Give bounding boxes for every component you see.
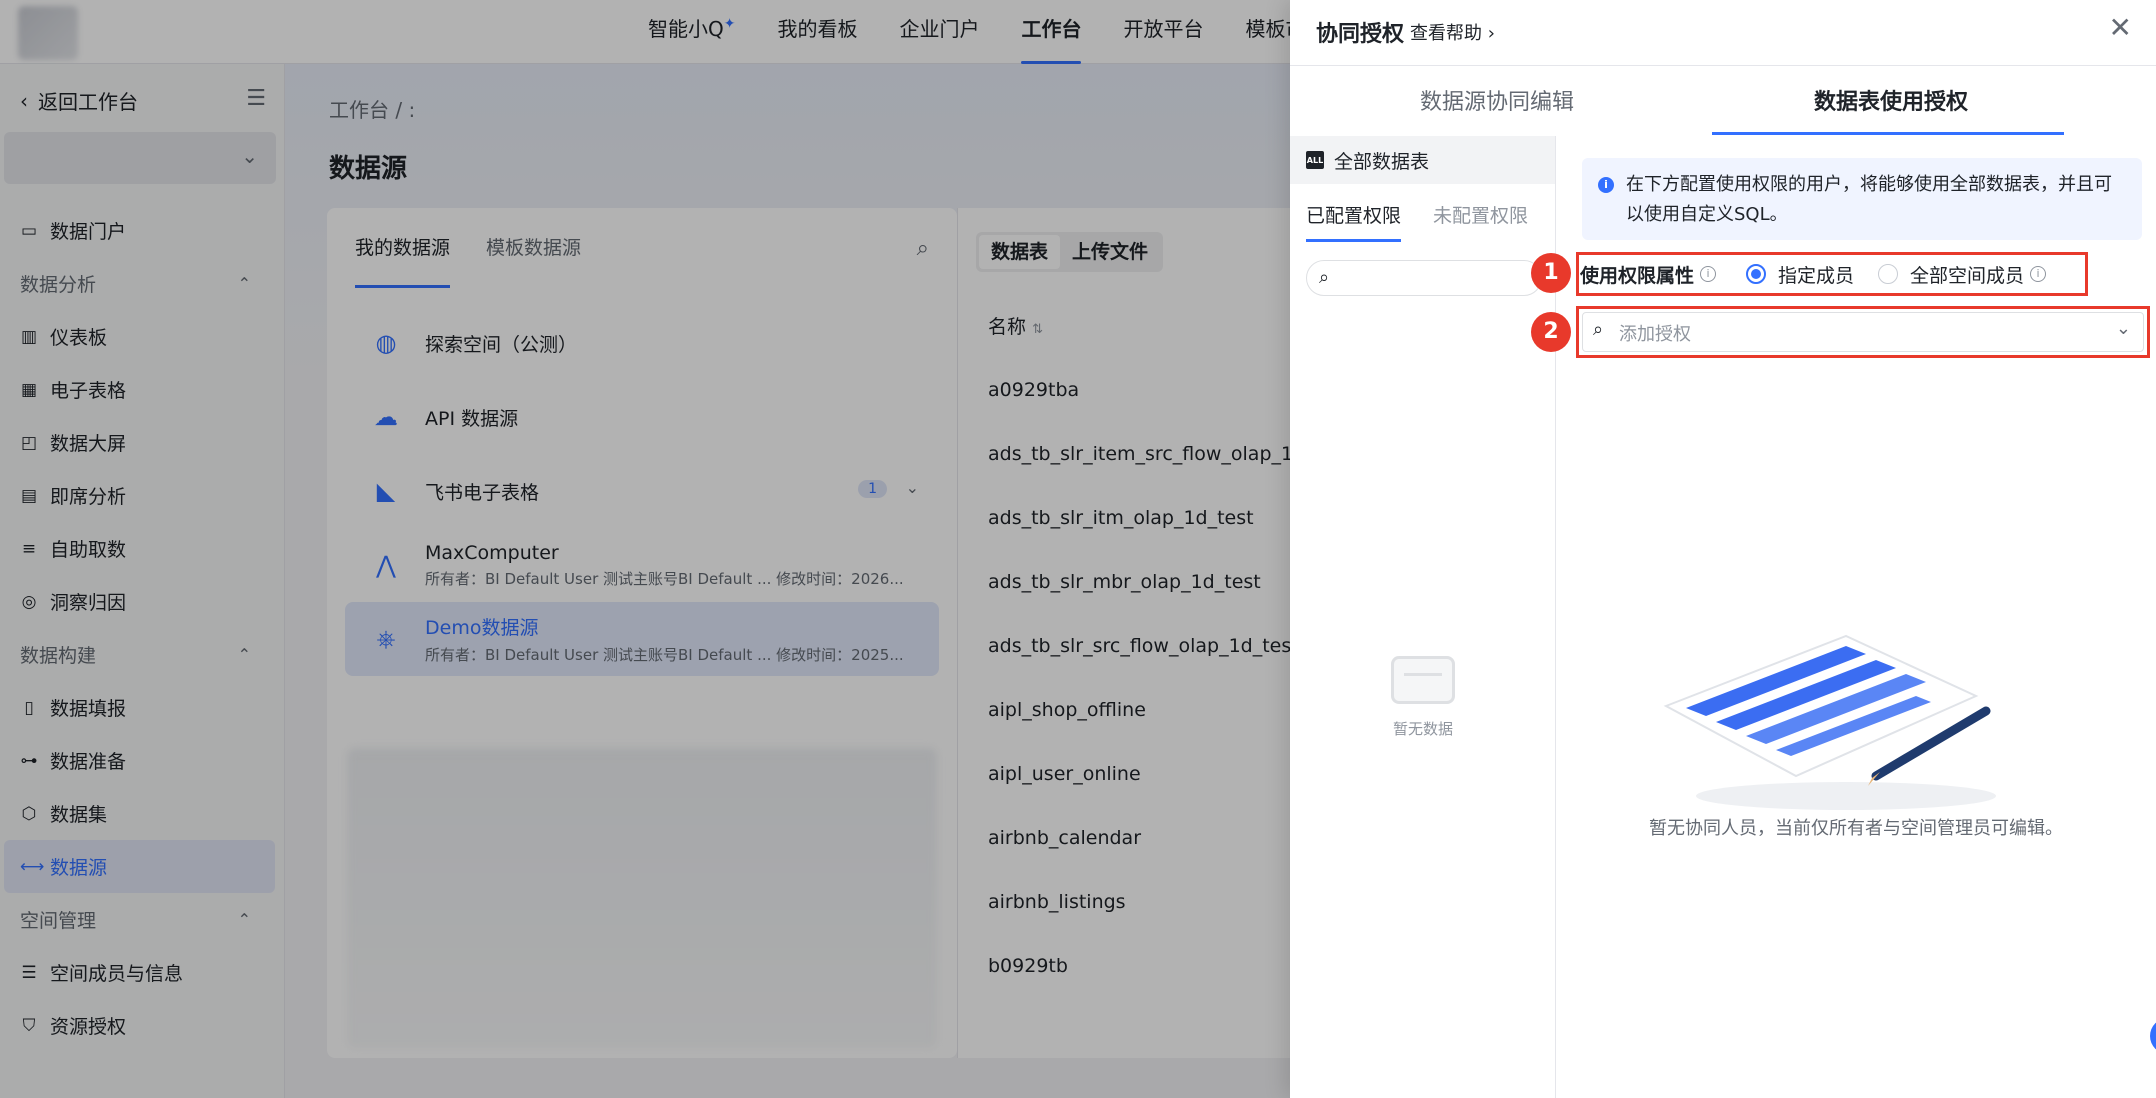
add-authorization-field[interactable]: ⌕ 添加授权 ⌄	[1582, 312, 2144, 352]
empty-document-illustration	[1663, 634, 1996, 810]
empty-inbox-icon	[1391, 656, 1455, 704]
radio-specified-members[interactable]: 指定成员	[1746, 261, 1854, 288]
collab-auth-drawer: 协同授权 查看帮助 › ✕ 数据源协同编辑 数据表使用授权 ALL 全部数据表 …	[1290, 0, 2156, 1098]
step-marker-2: 2	[1531, 312, 1571, 352]
search-icon: ⌕	[1593, 319, 1604, 340]
radio-dot	[1878, 264, 1899, 284]
info-icon: i	[1598, 177, 1614, 193]
tab-configured[interactable]: 已配置权限	[1306, 192, 1402, 242]
tab-table-usage-auth[interactable]: 数据表使用授权	[1814, 66, 1968, 136]
active-tab-indicator	[1712, 132, 2064, 135]
info-circle-icon[interactable]: i	[2030, 266, 2047, 282]
permission-attribute-label: 使用权限属性	[1580, 264, 1695, 287]
table-search-input[interactable]: ⌕	[1306, 260, 1542, 296]
no-collaborators-text: 暂无协同人员，当前仅所有者与空间管理员可编辑。	[1649, 818, 2063, 839]
chevron-right-icon: ›	[1487, 23, 1495, 44]
chevron-down-icon: ⌄	[2115, 318, 2131, 339]
view-help-link[interactable]: 查看帮助 ›	[1410, 19, 1495, 45]
search-icon: ⌕	[1319, 267, 1330, 288]
permission-tabs: 已配置权限 未配置权限	[1306, 192, 1528, 242]
step-marker-1: 1	[1531, 253, 1571, 293]
info-circle-icon[interactable]: i	[1700, 266, 1717, 282]
all-tables-item[interactable]: ALL 全部数据表	[1290, 136, 1555, 184]
drawer-tabs: 数据源协同编辑 数据表使用授权	[1290, 66, 2156, 136]
close-icon[interactable]: ✕	[2109, 14, 2132, 42]
drawer-header: 协同授权 查看帮助 › ✕	[1290, 0, 2156, 66]
table-scope-panel: ALL 全部数据表 已配置权限 未配置权限 ⌕ 暂无数据	[1290, 136, 1556, 1098]
tab-datasource-collab-edit[interactable]: 数据源协同编辑	[1420, 66, 1574, 136]
all-icon: ALL	[1306, 151, 1324, 169]
modal-mask[interactable]	[0, 0, 1290, 1098]
auth-config-panel: i 在下方配置使用权限的用户，将能够使用全部数据表，并且可以使用自定义SQL。 …	[1556, 136, 2156, 1098]
radio-all-space-members[interactable]: 全部空间成员 i	[1878, 261, 2047, 288]
add-authorization-placeholder: 添加授权	[1619, 324, 1691, 345]
empty-state-left: 暂无数据	[1290, 656, 1556, 739]
permission-attribute-row: 使用权限属性 i 指定成员 全部空间成员 i	[1576, 252, 2088, 296]
info-banner: i 在下方配置使用权限的用户，将能够使用全部数据表，并且可以使用自定义SQL。	[1582, 158, 2142, 240]
tab-unconfigured[interactable]: 未配置权限	[1433, 192, 1528, 242]
drawer-title: 协同授权	[1316, 22, 1405, 47]
add-authorization-select[interactable]: ⌕ 添加授权 ⌄	[1576, 306, 2150, 358]
radio-dot	[1746, 264, 1767, 284]
